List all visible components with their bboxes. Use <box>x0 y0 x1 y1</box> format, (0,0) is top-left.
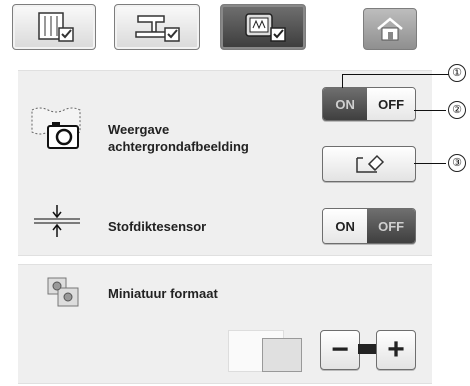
gear-thumbnail-icon <box>47 277 79 307</box>
callout-line-1 <box>342 74 450 75</box>
background-image-toggle[interactable]: ON OFF <box>322 87 416 121</box>
callout-2: ② <box>448 101 466 119</box>
background-image-label: Weergave achtergrondafbeelding <box>108 122 249 154</box>
sewing-machine-icon <box>135 15 180 42</box>
plus-icon: + <box>387 333 405 366</box>
tab-machine-settings[interactable] <box>114 4 200 50</box>
embroidery-frame-icon <box>245 13 286 42</box>
tab-general-settings[interactable] <box>12 4 96 50</box>
page-settings-icon <box>38 12 74 42</box>
thickness-sensor-icon <box>34 205 80 237</box>
background-image-on-button[interactable]: ON <box>323 88 368 120</box>
eraser-icon <box>356 154 385 173</box>
callout-line-1-drop <box>342 74 343 88</box>
erase-background-button[interactable] <box>322 146 416 182</box>
callout-line-3 <box>414 163 446 164</box>
callout-1: ① <box>448 64 466 82</box>
fabric-thickness-label: Stofdiktesensor <box>108 219 207 234</box>
background-image-off-button[interactable]: OFF <box>367 88 415 120</box>
thumbnail-size-label: Miniatuur formaat <box>108 286 218 301</box>
home-icon <box>377 17 403 41</box>
fabric-thickness-toggle[interactable]: ON OFF <box>322 208 416 244</box>
camera-icon <box>31 107 81 149</box>
stepper-divider <box>358 344 376 354</box>
thumbnail-size-stepper: − + <box>320 330 416 370</box>
home-button[interactable] <box>363 8 417 50</box>
thumbnail-decrease-button[interactable]: − <box>320 330 360 370</box>
fabric-thickness-on-button[interactable]: ON <box>323 209 368 243</box>
thumbnail-increase-button[interactable]: + <box>376 330 416 370</box>
callout-line-2 <box>414 110 446 111</box>
callout-3: ③ <box>448 154 466 172</box>
tab-display-settings[interactable] <box>220 4 306 50</box>
fabric-thickness-off-button[interactable]: OFF <box>367 209 415 243</box>
thumbnail-preview-small <box>262 338 302 372</box>
minus-icon: − <box>331 333 349 366</box>
